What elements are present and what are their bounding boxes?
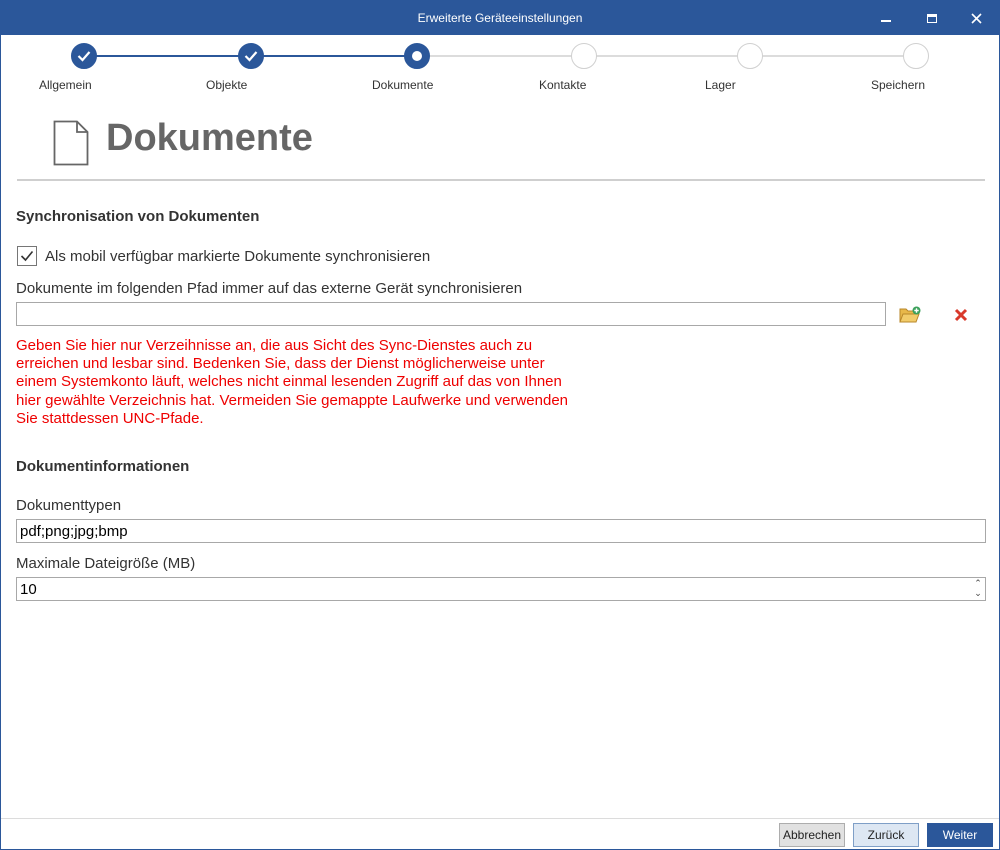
document-icon: [53, 120, 89, 166]
sync-mobile-checkbox-row[interactable]: Als mobil verfügbar markierte Dokumente …: [17, 246, 430, 266]
stepper-remaining-line: [417, 55, 916, 57]
step-label: Kontakte: [539, 78, 587, 92]
spin-up-icon[interactable]: ⌃: [974, 578, 982, 588]
close-button[interactable]: [953, 1, 999, 35]
warning-line: Sie stattdessen UNC-Pfade.: [16, 409, 204, 427]
warning-line: erreichen und lesbar sind. Bedenken Sie,…: [16, 355, 545, 373]
step-dot: [737, 43, 763, 69]
footer-divider: [1, 818, 999, 819]
maximize-icon: [927, 13, 937, 23]
document-types-input[interactable]: [16, 519, 986, 543]
sync-mobile-checkbox[interactable]: [17, 246, 37, 266]
folder-add-icon: [899, 306, 921, 323]
step-label: Lager: [705, 78, 736, 92]
checkmark-icon: [77, 51, 91, 62]
step-dokumente[interactable]: Dokumente: [357, 43, 477, 92]
step-dot: [404, 43, 430, 69]
step-allgemein[interactable]: Allgemein: [24, 43, 144, 92]
step-dot: [903, 43, 929, 69]
back-button[interactable]: Zurück: [853, 823, 919, 847]
step-speichern[interactable]: Speichern: [856, 43, 976, 92]
settings-dialog: Erweiterte Geräteeinstellungen Allgemein: [0, 0, 1000, 850]
checkmark-icon: [20, 250, 34, 262]
warning-line: hier gewählte Verzeichnis hat. Vermeiden…: [16, 391, 569, 409]
step-kontakte[interactable]: Kontakte: [524, 43, 644, 92]
document-types-label: Dokumenttypen: [16, 497, 122, 514]
unc-path-warning: Geben Sie hier nur Verzeihnisse an, die …: [16, 337, 616, 428]
clear-path-button[interactable]: [949, 303, 973, 327]
step-dot: [571, 43, 597, 69]
step-lager[interactable]: Lager: [690, 43, 810, 92]
step-label: Dokumente: [372, 78, 434, 92]
sync-mobile-checkbox-label: Als mobil verfügbar markierte Dokumente …: [45, 247, 431, 265]
step-dot: [238, 43, 264, 69]
delete-x-icon: [954, 308, 968, 322]
step-dot: [71, 43, 97, 69]
window-title: Erweiterte Geräteeinstellungen: [417, 11, 583, 25]
sync-path-input[interactable]: [16, 302, 886, 326]
minimize-button[interactable]: [863, 1, 909, 35]
warning-line: einem Systemkonto läuft, welches nicht e…: [16, 373, 562, 391]
warning-line: Geben Sie hier nur Verzeihnisse an, die …: [16, 337, 533, 354]
step-objekte[interactable]: Objekte: [191, 43, 311, 92]
close-icon: [970, 12, 982, 24]
info-section-title: Dokumentinformationen: [16, 458, 190, 475]
max-filesize-stepper[interactable]: ⌃ ⌄: [16, 577, 986, 601]
header-divider: [17, 179, 985, 181]
maximize-button[interactable]: [909, 1, 955, 35]
page-header: Dokumente: [53, 117, 313, 167]
step-label: Objekte: [206, 78, 248, 92]
current-step-indicator: [412, 51, 422, 61]
page-title: Dokumente: [106, 117, 313, 159]
max-filesize-input[interactable]: [16, 577, 986, 601]
step-label: Allgemein: [39, 78, 92, 92]
next-button[interactable]: Weiter: [927, 823, 993, 847]
sync-path-label: Dokumente im folgenden Pfad immer auf da…: [16, 280, 523, 297]
spinner-buttons: ⌃ ⌄: [971, 578, 985, 598]
checkmark-icon: [244, 51, 258, 62]
sync-section-title: Synchronisation von Dokumenten: [16, 208, 260, 225]
max-filesize-label: Maximale Dateigröße (MB): [16, 555, 196, 572]
minimize-icon: [881, 20, 891, 22]
step-label: Speichern: [871, 78, 926, 92]
wizard-stepper: Allgemein Objekte Dokumente Kontakte Lag…: [1, 35, 999, 105]
browse-folder-button[interactable]: [898, 303, 922, 327]
spin-down-icon[interactable]: ⌄: [974, 588, 982, 598]
cancel-button[interactable]: Abbrechen: [779, 823, 845, 847]
title-bar: Erweiterte Geräteeinstellungen: [1, 1, 999, 35]
